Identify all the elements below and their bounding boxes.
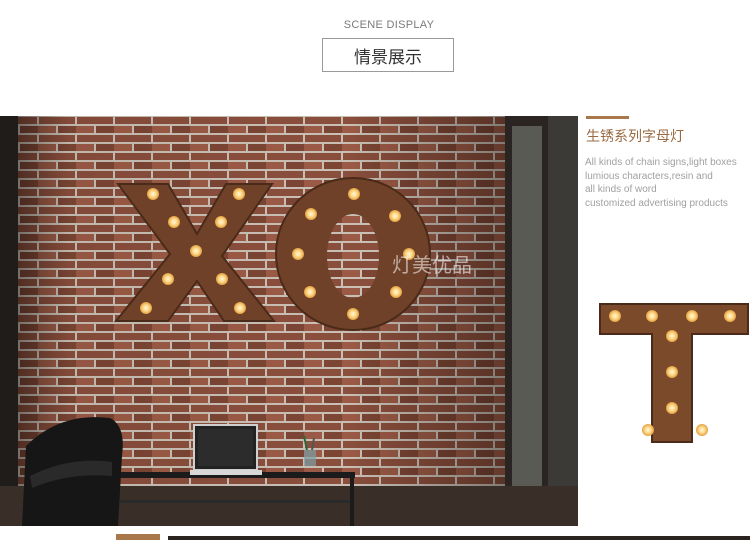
product-description: All kinds of chain signs,light boxes lum… <box>585 156 750 210</box>
description-line: All kinds of chain signs,light boxes <box>585 157 737 168</box>
side-accent-bar <box>586 116 629 119</box>
product-series-title: 生锈系列字母灯 <box>586 128 684 144</box>
scene-photo: 灯美优品 <box>0 116 578 526</box>
description-line: all kinds of word <box>585 184 657 195</box>
description-line: customized advertising products <box>585 197 728 209</box>
laptop <box>190 424 262 475</box>
next-section-edge <box>168 536 750 540</box>
watermark-text: 灯美优品 <box>392 253 472 277</box>
section-subtitle: SCENE DISPLAY <box>343 19 435 31</box>
section-title: 情景展示 <box>322 38 454 72</box>
description-line: lumious characters,resin and <box>585 170 713 182</box>
bottom-accent-bar <box>116 534 160 540</box>
letter-t-product-image <box>596 300 750 446</box>
